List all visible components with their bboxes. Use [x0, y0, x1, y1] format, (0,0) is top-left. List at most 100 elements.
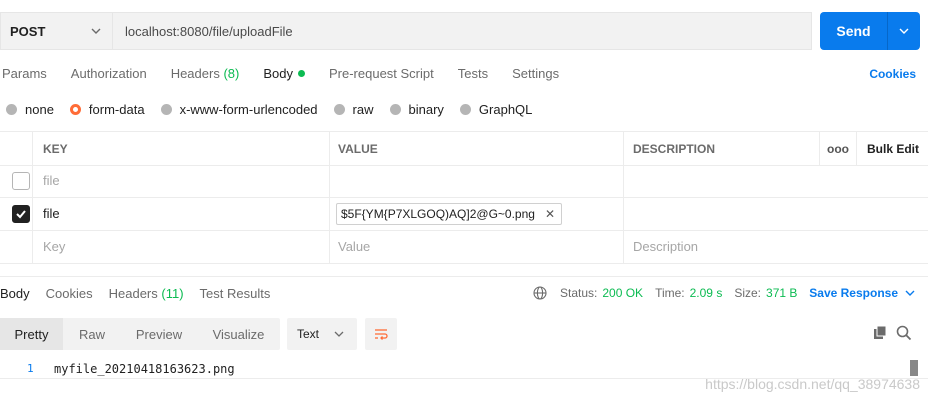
- tab-label: Pre-request Script: [328, 66, 434, 81]
- view-visualize-button[interactable]: Visualize: [197, 318, 280, 350]
- tab-label: Settings: [512, 66, 560, 81]
- request-tabs: Params Authorization Headers (8) Body Pr…: [0, 66, 583, 86]
- value-placeholder: Value: [338, 239, 371, 254]
- value-input[interactable]: Value: [330, 230, 624, 263]
- key-text: file: [43, 173, 60, 188]
- wrap-lines-icon: [375, 329, 388, 340]
- cookies-link[interactable]: Cookies: [869, 67, 916, 81]
- method-label: POST: [10, 23, 46, 39]
- chevron-down-icon: [899, 28, 909, 34]
- value-cell[interactable]: [330, 164, 624, 197]
- response-divider: [0, 276, 928, 277]
- radio-graphql[interactable]: GraphQL: [459, 102, 532, 117]
- copy-icon[interactable]: [872, 325, 888, 341]
- response-tab-headers[interactable]: Headers (11): [109, 286, 184, 301]
- bulk-edit-button[interactable]: Bulk Edit: [857, 132, 928, 165]
- description-cell[interactable]: [624, 164, 928, 197]
- search-icon[interactable]: [896, 325, 912, 341]
- size-value: 371 B: [766, 286, 798, 300]
- tab-body[interactable]: Body: [263, 66, 305, 86]
- key-input[interactable]: Key: [33, 230, 330, 263]
- row-checkbox-cell: [0, 230, 33, 263]
- key-text: file: [43, 206, 60, 221]
- more-options-icon[interactable]: ooo: [820, 132, 857, 165]
- scrollbar-thumb[interactable]: [910, 360, 918, 376]
- view-raw-button[interactable]: Raw: [63, 318, 121, 350]
- line-number: 1: [27, 362, 34, 375]
- table-header-row: KEY VALUE DESCRIPTION ooo Bulk Edit: [0, 131, 928, 166]
- response-tabs: Body Cookies Headers (11) Test Results: [0, 286, 286, 301]
- headers-count: (8): [223, 66, 240, 81]
- checkmark-icon: [16, 209, 26, 218]
- radio-circle: [160, 104, 172, 115]
- tab-pre-request-script[interactable]: Pre-request Script: [329, 66, 434, 86]
- radio-label: binary: [408, 102, 444, 117]
- remove-file-icon[interactable]: ✕: [545, 207, 555, 221]
- radio-label: x-www-form-urlencoded: [179, 102, 318, 117]
- tab-headers[interactable]: Headers (8): [171, 66, 240, 86]
- url-text: localhost:8080/file/uploadFile: [125, 23, 293, 39]
- description-cell[interactable]: [624, 197, 928, 230]
- view-preview-button[interactable]: Preview: [121, 318, 197, 350]
- key-placeholder: Key: [43, 239, 66, 254]
- radio-circle: [389, 104, 401, 115]
- row-checkbox-checked[interactable]: [12, 204, 30, 223]
- headers-count: (11): [161, 286, 184, 301]
- file-name: $5F{YM{P7XLGOQ)AQ]2@G~0.png: [341, 206, 535, 221]
- radio-raw[interactable]: raw: [333, 102, 374, 117]
- key-cell[interactable]: file: [33, 164, 330, 197]
- body-indicator-dot: [297, 70, 305, 77]
- key-cell[interactable]: file: [33, 197, 330, 230]
- status-value: 200 OK: [602, 286, 644, 300]
- view-pretty-button[interactable]: Pretty: [0, 318, 63, 350]
- body-type-radios: none form-data x-www-form-urlencoded raw…: [6, 102, 548, 117]
- tab-label: Headers: [170, 66, 220, 81]
- tab-label: Tests: [457, 66, 489, 81]
- value-column-header: VALUE: [330, 132, 624, 165]
- wrap-lines-button[interactable]: [365, 318, 397, 350]
- tab-label: Headers: [108, 286, 158, 301]
- radio-circle: [333, 104, 345, 115]
- time-label: Time:: [655, 286, 685, 300]
- tab-label: Params: [2, 66, 47, 81]
- response-tab-cookies[interactable]: Cookies: [46, 286, 93, 301]
- format-label: Text: [297, 327, 320, 341]
- method-select[interactable]: POST: [0, 12, 112, 50]
- send-options-button[interactable]: [888, 24, 920, 38]
- radio-label: none: [25, 102, 54, 117]
- view-mode-group: Pretty Raw Preview Visualize: [0, 318, 280, 350]
- value-cell[interactable]: $5F{YM{P7XLGOQ)AQ]2@G~0.png ✕: [330, 197, 624, 230]
- table-row: file: [0, 164, 928, 198]
- radio-circle: [6, 104, 17, 115]
- response-tab-test-results[interactable]: Test Results: [200, 286, 271, 301]
- url-input[interactable]: localhost:8080/file/uploadFile: [112, 12, 812, 50]
- response-tab-body[interactable]: Body: [0, 286, 30, 301]
- radio-binary[interactable]: binary: [389, 102, 444, 117]
- file-chip: $5F{YM{P7XLGOQ)AQ]2@G~0.png ✕: [336, 202, 563, 225]
- tab-label: Authorization: [70, 66, 147, 81]
- checkbox-column-header: [0, 132, 33, 165]
- tab-authorization[interactable]: Authorization: [71, 66, 147, 86]
- radio-form-data[interactable]: form-data: [69, 102, 145, 117]
- table-row: file $5F{YM{P7XLGOQ)AQ]2@G~0.png ✕: [0, 197, 928, 231]
- radio-circle-selected: [69, 104, 81, 115]
- radio-none[interactable]: none: [6, 102, 54, 117]
- send-label: Send: [836, 23, 871, 39]
- tab-tests[interactable]: Tests: [458, 66, 488, 86]
- globe-icon[interactable]: [533, 286, 547, 300]
- radio-x-www-form-urlencoded[interactable]: x-www-form-urlencoded: [160, 102, 318, 117]
- format-select[interactable]: Text: [287, 318, 357, 350]
- row-checkbox-cell: [0, 197, 33, 230]
- tab-settings[interactable]: Settings: [512, 66, 559, 86]
- chevron-down-icon: [905, 290, 915, 296]
- radio-circle: [459, 104, 471, 115]
- description-input[interactable]: Description: [624, 230, 928, 263]
- status-label: Status:: [560, 286, 598, 300]
- row-checkbox[interactable]: [12, 171, 30, 190]
- save-response-button[interactable]: Save Response: [809, 286, 916, 300]
- send-button[interactable]: Send: [820, 12, 920, 50]
- size-label: Size:: [734, 286, 762, 300]
- tab-params[interactable]: Params: [2, 66, 47, 86]
- watermark: https://blog.csdn.net/qq_38974638: [705, 376, 920, 392]
- response-body-text: myfile_20210418163623.png: [54, 362, 235, 376]
